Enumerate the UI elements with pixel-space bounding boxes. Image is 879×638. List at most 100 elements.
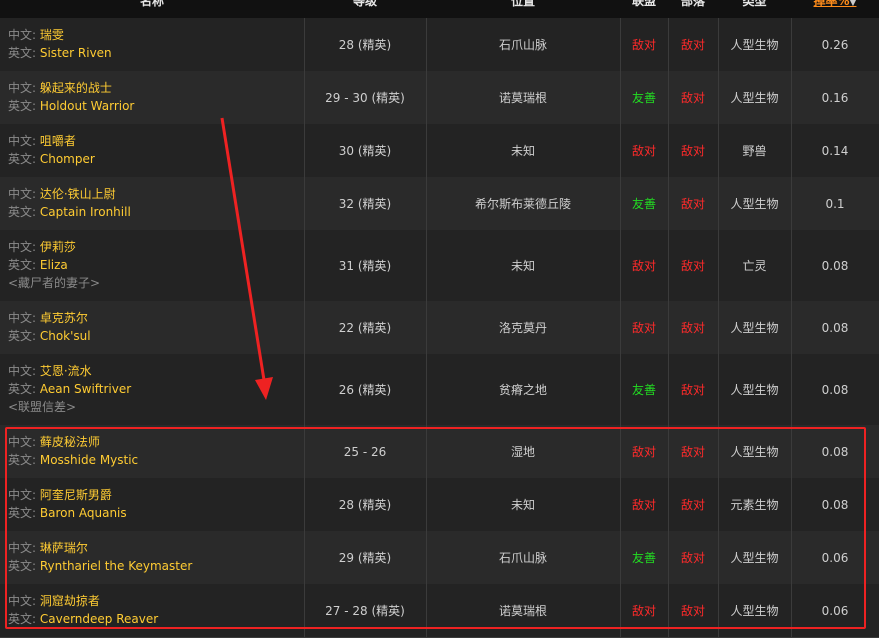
rate-value: 0.16 [821, 90, 849, 105]
location-value: 希尔斯布莱德丘陵 [474, 197, 571, 211]
header-level[interactable]: 等级 [304, 0, 426, 18]
horde-value: 敌对 [680, 551, 705, 565]
npc-name-en-link[interactable]: Chomper [40, 152, 95, 166]
table-row[interactable]: 中文: 咀嚼者 英文: Chomper 30 (精英) 未知 敌对 敌对 野兽 0.14 [0, 124, 879, 178]
horde-value: 敌对 [680, 38, 705, 52]
rate-value: 0.08 [821, 382, 849, 397]
npc-name-en-link[interactable]: Mosshide Mystic [40, 453, 138, 467]
npc-name-zh-link[interactable]: 瑞雯 [40, 28, 64, 42]
en-label: 英文: [8, 152, 40, 166]
cell-level: 26 (精英) [304, 354, 426, 425]
npc-name-en-link[interactable]: Caverndeep Reaver [40, 612, 158, 626]
rate-value: 0.06 [821, 550, 849, 565]
cell-level: 31 (精英) [304, 230, 426, 301]
cell-location[interactable]: 石爪山脉 [426, 531, 620, 584]
header-alliance[interactable]: 联盟 [620, 0, 668, 18]
npc-name-en-link[interactable]: Captain Ironhill [40, 205, 131, 219]
npc-name-en-link[interactable]: Eliza [40, 258, 68, 272]
alliance-value: 友善 [631, 91, 656, 105]
cell-location[interactable]: 未知 [426, 478, 620, 531]
cell-location[interactable]: 希尔斯布莱德丘陵 [426, 177, 620, 230]
location-value: 未知 [510, 498, 535, 512]
zh-label: 中文: [8, 594, 40, 608]
location-value: 洛克莫丹 [498, 321, 547, 335]
header-name[interactable]: 名称 [0, 0, 304, 18]
table-row[interactable]: 中文: 藓皮秘法师 英文: Mosshide Mystic 25 - 26 湿地 敌对 敌… [0, 425, 879, 479]
cell-location[interactable]: 洛克莫丹 [426, 301, 620, 354]
npc-name-cell: 中文: 卓克苏尔 英文: Chok'sul [8, 309, 91, 345]
level-value: 22 (精英) [338, 321, 392, 335]
type-value: 人型生物 [730, 445, 779, 459]
table-row[interactable]: 中文: 艾恩·流水 英文: Aean Swiftriver <联盟信差> 26 (精英… [0, 354, 879, 426]
npc-name-en-link[interactable]: Chok'sul [40, 329, 91, 343]
cell-rate: 0.08 [791, 230, 879, 301]
npc-name-en-link[interactable]: Sister Riven [40, 46, 112, 60]
level-value: 27 - 28 (精英) [325, 604, 405, 618]
npc-name-zh-link[interactable]: 琳萨瑞尔 [40, 541, 88, 555]
horde-value: 敌对 [680, 383, 705, 397]
cell-location[interactable]: 湿地 [426, 425, 620, 478]
table-row[interactable]: 中文: 瑞雯 英文: Sister Riven 28 (精英) 石爪山脉 敌对 敌对 人型生… [0, 18, 879, 72]
npc-name-en-link[interactable]: Ryntharie​l the Keymaster [40, 559, 192, 573]
zh-label: 中文: [8, 81, 40, 95]
en-label: 英文: [8, 612, 40, 626]
table-row[interactable]: 中文: 达伦·铁山上尉 英文: Captain Ironhill 32 (精英) 希尔… [0, 177, 879, 231]
table-row[interactable]: 中文: 伊莉莎 英文: Eliza <藏尸者的妻子> 31 (精英) 未知 敌对 敌对 亡灵 0… [0, 230, 879, 302]
header-horde[interactable]: 部落 [668, 0, 718, 18]
header-droprate[interactable]: 掉率%▼ [791, 0, 879, 18]
level-value: 32 (精英) [338, 197, 392, 211]
npc-name-zh-link[interactable]: 伊莉莎 [40, 240, 76, 254]
npc-name-zh-link[interactable]: 阿奎尼斯男爵 [40, 488, 112, 502]
type-value: 野兽 [742, 144, 767, 158]
zh-label: 中文: [8, 364, 40, 378]
horde-value: 敌对 [680, 321, 705, 335]
npc-name-zh-link[interactable]: 藓皮秘法师 [40, 435, 100, 449]
cell-location[interactable]: 诺莫瑞根 [426, 584, 620, 637]
alliance-value: 敌对 [631, 498, 656, 512]
npc-name-zh-link[interactable]: 艾恩·流水 [40, 364, 92, 378]
cell-location[interactable]: 未知 [426, 230, 620, 301]
npc-name-zh-link[interactable]: 达伦·铁山上尉 [40, 187, 116, 201]
header-type[interactable]: 类型 [718, 0, 791, 18]
npc-name-en-link[interactable]: Aean Swiftriver [40, 382, 131, 396]
npc-name-zh-link[interactable]: 卓克苏尔 [40, 311, 88, 325]
type-value: 人型生物 [730, 604, 779, 618]
header-location[interactable]: 位置 [426, 0, 620, 18]
cell-location[interactable]: 石爪山脉 [426, 18, 620, 71]
npc-name-zh-link[interactable]: 咀嚼者 [40, 134, 76, 148]
cell-location[interactable]: 诺莫瑞根 [426, 71, 620, 124]
table-row[interactable]: 中文: 躲起来的战士 英文: Holdout Warrior 29 - 30 (精英… [0, 71, 879, 125]
cell-type: 人型生物 [718, 301, 791, 354]
cell-rate: 0.08 [791, 478, 879, 531]
cell-horde: 敌对 [668, 301, 718, 354]
header-droprate-label: 掉率% [813, 0, 850, 8]
rate-value: 0.26 [821, 37, 849, 52]
rate-value: 0.08 [821, 320, 849, 335]
level-value: 28 (精英) [338, 498, 392, 512]
alliance-value: 友善 [631, 383, 656, 397]
type-value: 元素生物 [730, 498, 779, 512]
cell-type: 人型生物 [718, 354, 791, 425]
en-label: 英文: [8, 258, 40, 272]
rate-value: 0.06 [821, 603, 849, 618]
cell-horde: 敌对 [668, 177, 718, 230]
zh-label: 中文: [8, 488, 40, 502]
npc-name-en-link[interactable]: Baron Aquanis [40, 506, 127, 520]
location-value: 石爪山脉 [498, 38, 547, 52]
type-value: 人型生物 [730, 551, 779, 565]
location-value: 未知 [510, 259, 535, 273]
npc-name-zh-link[interactable]: 洞窟劫掠者 [40, 594, 100, 608]
cell-location[interactable]: 贫瘠之地 [426, 354, 620, 425]
cell-rate: 0.14 [791, 124, 879, 177]
npc-name-zh-link[interactable]: 躲起来的战士 [40, 81, 112, 95]
table-row[interactable]: 中文: 阿奎尼斯男爵 英文: Baron Aquanis 28 (精英) 未知 敌对 敌对… [0, 478, 879, 532]
horde-value: 敌对 [680, 498, 705, 512]
cell-horde: 敌对 [668, 18, 718, 71]
cell-alliance: 友善 [620, 354, 668, 425]
cell-alliance: 敌对 [620, 230, 668, 301]
table-row[interactable]: 中文: 卓克苏尔 英文: Chok'sul 22 (精英) 洛克莫丹 敌对 敌对 人型生物 0… [0, 301, 879, 355]
npc-name-en-link[interactable]: Holdout Warrior [40, 99, 135, 113]
cell-location[interactable]: 未知 [426, 124, 620, 177]
type-value: 人型生物 [730, 38, 779, 52]
table-row[interactable]: 中文: 琳萨瑞尔 英文: Ryntharie​l the Keymaster 29 … [0, 531, 879, 585]
